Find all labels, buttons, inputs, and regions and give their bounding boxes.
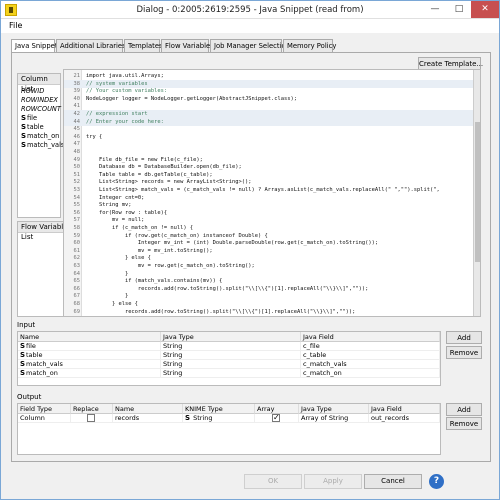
output-header-array[interactable]: Array (255, 404, 299, 414)
input-name-label: table (26, 351, 43, 359)
cancel-button[interactable]: Cancel (364, 474, 422, 489)
tab-job-manager-selection[interactable]: Job Manager Selection (210, 39, 290, 52)
input-cell-java-type[interactable]: String (161, 369, 301, 378)
column-item-match-on[interactable]: Smatch_on (21, 132, 59, 140)
apply-button[interactable]: Apply (304, 474, 362, 489)
input-cell-name[interactable]: Smatch_on (18, 369, 161, 378)
input-cell-name[interactable]: Smatch_vals (18, 360, 161, 369)
minimize-button[interactable]: — (423, 1, 447, 18)
input-header-java-type[interactable]: Java Type (161, 332, 301, 342)
replace-checkbox[interactable] (87, 414, 95, 422)
input-header-name[interactable]: Name (18, 332, 161, 342)
array-checkbox[interactable] (272, 414, 280, 422)
input-cell-name[interactable]: Sfile (18, 342, 161, 351)
column-item-label: table (27, 123, 44, 131)
input-remove-button[interactable]: Remove (446, 346, 482, 359)
input-cell-java-type[interactable]: String (161, 351, 301, 360)
output-cell-name[interactable]: records (113, 414, 183, 423)
input-cell-name[interactable]: Stable (18, 351, 161, 360)
column-list[interactable]: Column List ROWID ROWINDEX ROWCOUNT Sfil… (17, 73, 64, 218)
menu-file[interactable]: File (9, 21, 22, 30)
maximize-button[interactable]: □ (447, 1, 471, 18)
output-remove-button[interactable]: Remove (446, 417, 482, 430)
output-header-knime-type[interactable]: KNIME Type (183, 404, 255, 414)
output-header-name[interactable]: Name (113, 404, 183, 414)
menu-bar: File (1, 19, 499, 33)
column-item-rowcount[interactable]: ROWCOUNT (21, 105, 61, 113)
input-header-java-field[interactable]: Java Field (301, 332, 440, 342)
code-text: records.add(row.toString().split("\\[\\{… (86, 308, 356, 315)
title-bar[interactable]: Dialog - 0:2005:2619:2595 - Java Snippet… (1, 1, 499, 19)
column-item-label: match_vals (27, 141, 65, 149)
column-item-table[interactable]: Stable (21, 123, 44, 131)
input-cell-java-field[interactable]: c_match_on (301, 369, 440, 378)
code-editor[interactable]: 21 import java.util.Arrays; 38// system va… (63, 69, 481, 317)
scrollbar-thumb[interactable] (475, 122, 480, 262)
output-cell-java-type[interactable]: Array of String (299, 414, 369, 423)
output-header-replace[interactable]: Replace (71, 404, 113, 414)
column-list-header: Column List (18, 74, 60, 93)
output-header-java-type[interactable]: Java Type (299, 404, 369, 414)
column-item-rowid[interactable]: ROWID (21, 87, 44, 95)
string-type-icon: S (185, 414, 191, 422)
help-icon[interactable]: ? (429, 474, 444, 489)
output-cell-array[interactable] (255, 414, 299, 423)
input-cell-java-field[interactable]: c_table (301, 351, 440, 360)
input-name-label: match_on (26, 369, 58, 377)
input-cell-java-field[interactable]: c_match_vals (301, 360, 440, 369)
column-item-label: match_on (27, 132, 60, 140)
ok-button[interactable]: OK (244, 474, 302, 489)
code-line[interactable]: 69 records.add(row.toString().split("\\[… (64, 308, 474, 316)
column-item-rowindex[interactable]: ROWINDEX (21, 96, 58, 104)
output-table[interactable]: Field Type Replace Name KNIME Type Array… (17, 403, 441, 455)
tab-flow-variables[interactable]: Flow Variables (161, 39, 214, 52)
output-cell-knime-type[interactable]: S String (183, 414, 255, 423)
dialog-window: Dialog - 0:2005:2619:2595 - Java Snippet… (0, 0, 500, 500)
column-item-label: file (27, 114, 38, 122)
input-name-label: file (26, 342, 36, 350)
tab-additional-libraries[interactable]: Additional Libraries (56, 39, 126, 52)
output-cell-java-field[interactable]: out_records (369, 414, 440, 423)
tab-java-snippet[interactable]: Java Snippet (11, 39, 58, 53)
input-cell-java-type[interactable]: String (161, 360, 301, 369)
column-item-match-vals[interactable]: Smatch_vals (21, 141, 64, 149)
input-cell-java-type[interactable]: String (161, 342, 301, 351)
line-number: 69 (73, 308, 81, 315)
close-button[interactable]: ✕ (471, 1, 499, 18)
input-cell-java-field[interactable]: c_file (301, 342, 440, 351)
output-header-java-field[interactable]: Java Field (369, 404, 440, 414)
input-section-label: Input (17, 321, 36, 329)
column-item-file[interactable]: Sfile (21, 114, 37, 122)
input-add-button[interactable]: Add (446, 331, 482, 344)
output-cell-replace[interactable] (71, 414, 113, 423)
tab-templates[interactable]: Templates (124, 39, 163, 52)
input-name-label: match_vals (26, 360, 63, 368)
output-cell-field-type[interactable]: Column (18, 414, 71, 423)
tab-memory-policy[interactable]: Memory Policy (283, 39, 336, 52)
editor-scrollbar[interactable] (473, 70, 480, 316)
input-table[interactable]: Name Java Type Java Field Sfile String c_f… (17, 331, 441, 386)
knime-type-label: String (193, 414, 213, 422)
output-header-field-type[interactable]: Field Type (18, 404, 71, 414)
output-add-button[interactable]: Add (446, 403, 482, 416)
output-section-label: Output (17, 393, 42, 401)
